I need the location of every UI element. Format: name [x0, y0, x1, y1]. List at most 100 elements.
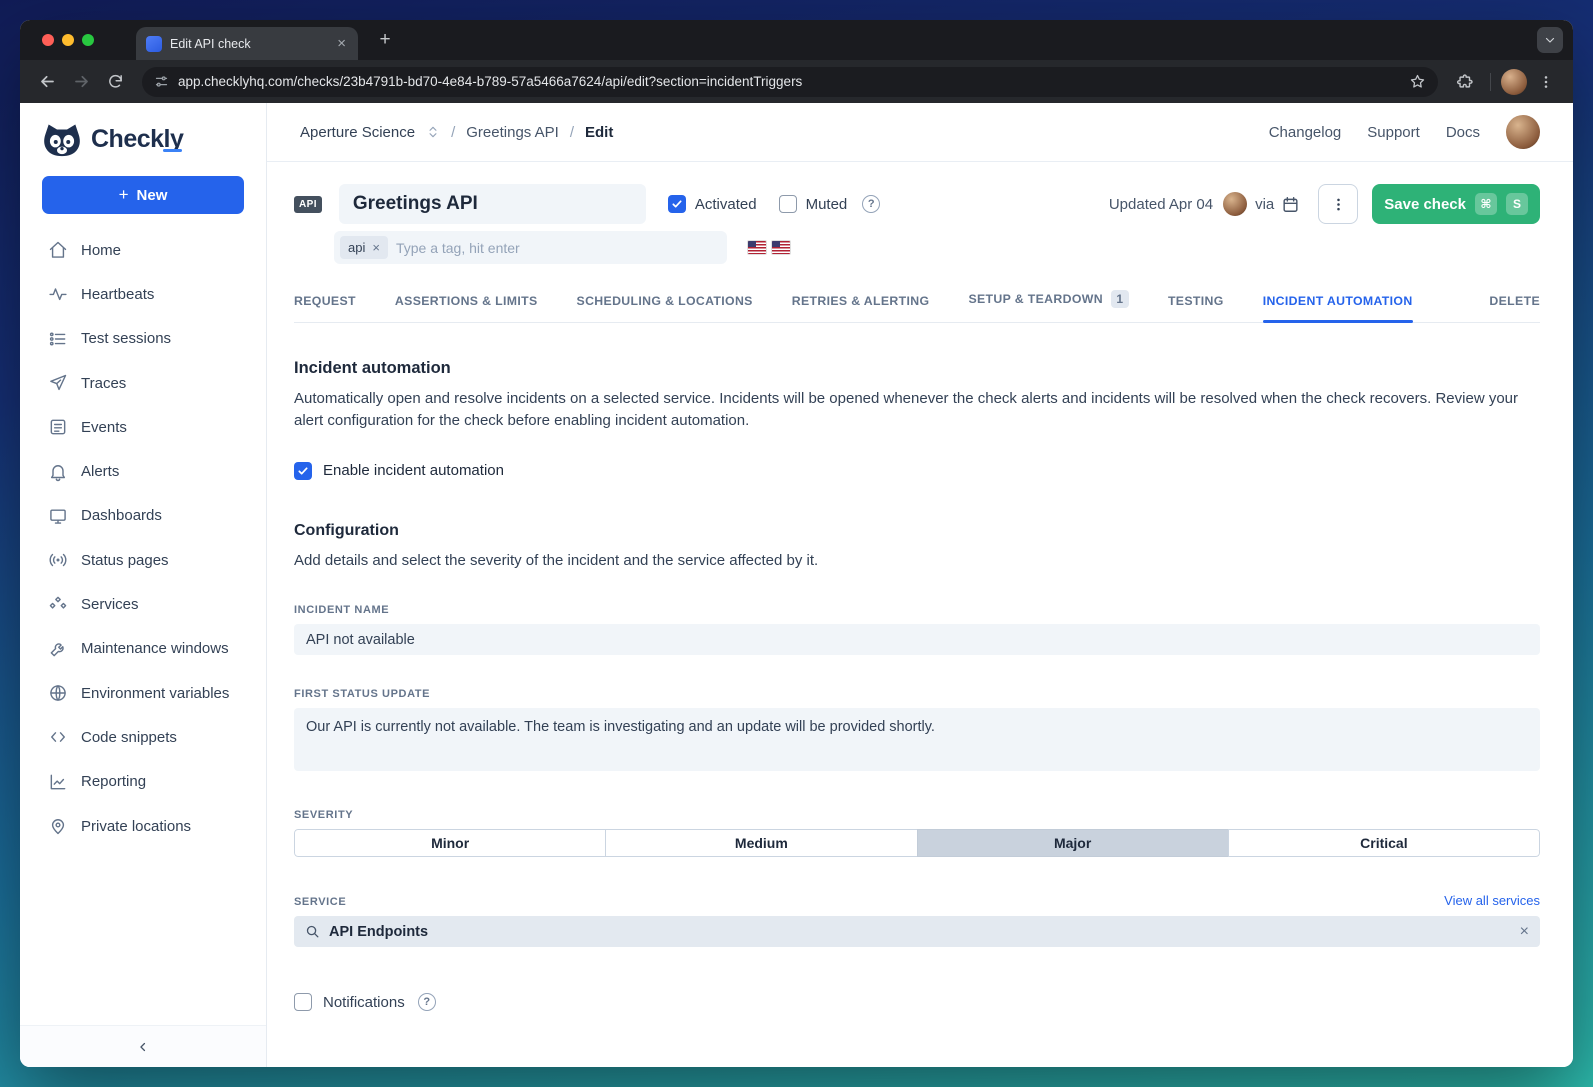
check-header-row: API Activated Muted ? Updated Apr 04: [294, 184, 1540, 224]
sidebar-item-home[interactable]: Home: [20, 228, 266, 272]
muted-label: Muted: [806, 196, 848, 213]
muted-toggle[interactable]: Muted: [779, 195, 848, 213]
url-text[interactable]: app.checklyhq.com/checks/23b4791b-bd70-4…: [178, 74, 1400, 89]
calendar-icon[interactable]: [1281, 195, 1300, 214]
severity-option-medium[interactable]: Medium: [605, 829, 917, 857]
incident-name-input[interactable]: [294, 624, 1540, 655]
us-flag-icon: [748, 241, 766, 254]
sidebar-item-code-snippets[interactable]: Code snippets: [20, 715, 266, 759]
sidebar-item-label: Environment variables: [81, 685, 229, 702]
monitor-icon: [48, 506, 68, 526]
tab-label: REQUEST: [294, 294, 356, 308]
severity-option-minor[interactable]: Minor: [294, 829, 606, 857]
activated-toggle[interactable]: Activated: [668, 195, 757, 213]
reload-icon[interactable]: [100, 67, 130, 97]
notifications-help-icon[interactable]: ?: [418, 993, 436, 1011]
breadcrumb-page: Edit: [585, 124, 613, 141]
breadcrumb-check[interactable]: Greetings API: [466, 124, 559, 141]
sidebar-item-reporting[interactable]: Reporting: [20, 760, 266, 804]
first-status-update-textarea[interactable]: Our API is currently not available. The …: [294, 708, 1540, 771]
user-avatar[interactable]: [1506, 115, 1540, 149]
window-controls: [42, 34, 94, 46]
sidebar-item-label: Home: [81, 242, 121, 259]
sidebar-nav: Home Heartbeats Test sessions Traces Eve…: [20, 228, 266, 848]
sidebar-collapse-button[interactable]: [20, 1025, 266, 1067]
sidebar-item-alerts[interactable]: Alerts: [20, 449, 266, 493]
docs-link[interactable]: Docs: [1446, 124, 1480, 141]
muted-help-icon[interactable]: ?: [862, 195, 880, 213]
browser-profile-avatar[interactable]: [1501, 69, 1527, 95]
view-all-services-link[interactable]: View all services: [1444, 893, 1540, 908]
brand[interactable]: Checkly: [20, 103, 266, 172]
tab-incident-automation[interactable]: INCIDENT AUTOMATION: [1263, 294, 1413, 322]
sidebar-item-maintenance-windows[interactable]: Maintenance windows: [20, 627, 266, 671]
sidebar-item-status-pages[interactable]: Status pages: [20, 538, 266, 582]
breadcrumb-account[interactable]: Aperture Science: [300, 124, 415, 141]
support-link[interactable]: Support: [1367, 124, 1420, 141]
tab-request[interactable]: REQUEST: [294, 294, 356, 322]
enable-incident-automation-toggle[interactable]: Enable incident automation: [294, 462, 1540, 480]
extensions-icon[interactable]: [1450, 67, 1480, 97]
tab-scheduling-locations[interactable]: SCHEDULING & LOCATIONS: [577, 294, 753, 322]
check-icon: [671, 198, 683, 210]
breadcrumb-separator: /: [451, 124, 455, 141]
browser-menu-icon[interactable]: [1531, 67, 1561, 97]
check-name-input[interactable]: [339, 184, 646, 224]
tab-retries-alerting[interactable]: RETRIES & ALERTING: [792, 294, 930, 322]
maximize-window-button[interactable]: [82, 34, 94, 46]
account-switcher-icon[interactable]: [426, 125, 440, 139]
us-flag-icon: [772, 241, 790, 254]
remove-tag-icon[interactable]: ×: [372, 240, 380, 255]
forward-icon[interactable]: [66, 67, 96, 97]
sidebar-item-private-locations[interactable]: Private locations: [20, 804, 266, 848]
site-settings-icon[interactable]: [154, 74, 169, 89]
save-check-button[interactable]: Save check ⌘ S: [1372, 184, 1540, 224]
sidebar-item-environment-variables[interactable]: Environment variables: [20, 671, 266, 715]
back-icon[interactable]: [32, 67, 62, 97]
severity-option-major[interactable]: Major: [917, 829, 1229, 857]
notifications-toggle[interactable]: Notifications ?: [294, 993, 1540, 1011]
bookmark-star-icon[interactable]: [1409, 73, 1426, 90]
activated-checkbox[interactable]: [668, 195, 686, 213]
sidebar-item-dashboards[interactable]: Dashboards: [20, 494, 266, 538]
changelog-link[interactable]: Changelog: [1269, 124, 1342, 141]
sidebar-item-events[interactable]: Events: [20, 405, 266, 449]
url-bar[interactable]: app.checklyhq.com/checks/23b4791b-bd70-4…: [142, 67, 1438, 97]
kebab-icon: [1330, 196, 1347, 213]
tab-label: SETUP & TEARDOWN: [968, 292, 1103, 306]
sidebar-spacer: [20, 848, 266, 1025]
close-window-button[interactable]: [42, 34, 54, 46]
tab-assertions-limits[interactable]: ASSERTIONS & LIMITS: [395, 294, 538, 322]
clear-service-icon[interactable]: ×: [1520, 923, 1529, 941]
sidebar-item-traces[interactable]: Traces: [20, 361, 266, 405]
new-button[interactable]: + New: [42, 176, 244, 214]
tab-search-chevron-icon[interactable]: [1537, 27, 1563, 53]
check-type-badge: API: [294, 196, 322, 213]
sidebar-item-heartbeats[interactable]: Heartbeats: [20, 272, 266, 316]
globe-icon: [48, 683, 68, 703]
browser-tab[interactable]: Edit API check ×: [136, 27, 358, 60]
sidebar-item-test-sessions[interactable]: Test sessions: [20, 317, 266, 361]
enable-incident-checkbox[interactable]: [294, 462, 312, 480]
tab-close-icon[interactable]: ×: [335, 34, 348, 53]
tab-title: Edit API check: [170, 37, 327, 51]
tag-input[interactable]: api ×: [334, 231, 727, 264]
check-options-menu-button[interactable]: [1318, 184, 1358, 224]
new-tab-button[interactable]: +: [372, 27, 398, 53]
tab-delete[interactable]: DELETE: [1489, 294, 1540, 322]
tag-text-field[interactable]: [396, 240, 721, 256]
header-links: Changelog Support Docs: [1269, 115, 1540, 149]
tab-testing[interactable]: TESTING: [1168, 294, 1224, 322]
browser-tab-strip: Edit API check × +: [20, 20, 1573, 60]
severity-option-critical[interactable]: Critical: [1228, 829, 1540, 857]
muted-checkbox[interactable]: [779, 195, 797, 213]
tab-setup-teardown[interactable]: SETUP & TEARDOWN 1: [968, 290, 1129, 322]
check-edit-tabs: REQUEST ASSERTIONS & LIMITS SCHEDULING &…: [294, 290, 1540, 323]
main-content: API Activated Muted ? Updated Apr 04: [267, 162, 1573, 1067]
check-icon: [297, 465, 309, 477]
service-select-field[interactable]: API Endpoints ×: [294, 916, 1540, 947]
minimize-window-button[interactable]: [62, 34, 74, 46]
sidebar-item-services[interactable]: Services: [20, 582, 266, 626]
notifications-checkbox[interactable]: [294, 993, 312, 1011]
severity-label: SEVERITY: [294, 809, 1540, 821]
